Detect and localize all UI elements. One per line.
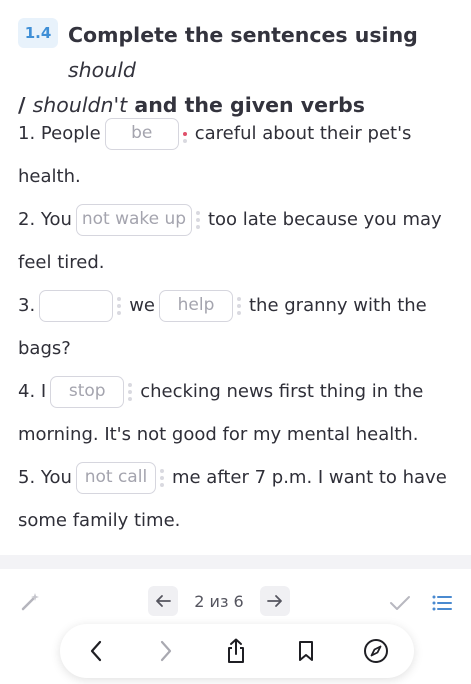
sentence-3: 3. we help the granny with the [18, 284, 458, 327]
list-icon[interactable] [428, 589, 456, 617]
answer-input-1[interactable]: be [104, 117, 179, 150]
forward-icon[interactable] [152, 637, 180, 665]
drag-handle-icon[interactable] [195, 210, 200, 229]
answer-gap-1[interactable]: be [101, 117, 195, 150]
drag-handle-icon[interactable] [117, 296, 122, 315]
arrow-left-icon [156, 595, 171, 607]
exercise-title: Complete the sentences using should / sh… [18, 23, 418, 117]
sentence-2: 2. You not wake up too late because you … [18, 198, 458, 241]
drag-handle-icon[interactable] [159, 468, 164, 487]
answer-input-5[interactable]: not call [75, 461, 156, 494]
page-indicator: 2 из 6 [194, 591, 244, 611]
exercise-toolbar: 2 из 6 [0, 572, 471, 632]
sentence-1: 1. People be careful about their pet's [18, 112, 458, 155]
compass-icon[interactable] [362, 637, 390, 665]
next-page-button[interactable] [260, 586, 290, 616]
check-icon[interactable] [386, 589, 414, 617]
drag-handle-icon[interactable] [128, 382, 133, 401]
sentence-4: 4. I stop checking news first thing in t… [18, 370, 458, 413]
section-divider [0, 555, 471, 569]
browser-toolbar [60, 624, 414, 678]
sentence-5: 5. You not call me after 7 p.m. I want t… [18, 456, 458, 499]
answer-gap-2[interactable]: not wake up [72, 203, 208, 236]
back-icon[interactable] [82, 637, 110, 665]
bookmark-icon[interactable] [292, 637, 320, 665]
answer-gap-3b[interactable]: help [155, 289, 249, 322]
drag-handle-icon[interactable] [236, 296, 241, 315]
answer-input-4[interactable]: stop [50, 375, 125, 408]
share-icon[interactable] [222, 637, 250, 665]
answer-gap-4[interactable]: stop [46, 375, 140, 408]
answer-input-2[interactable]: not wake up [75, 203, 192, 236]
answer-gap-3a[interactable] [35, 289, 129, 322]
answer-input-3a[interactable] [39, 289, 114, 322]
page-navigation: 2 из 6 [148, 586, 290, 616]
exercise-body: 1. People be careful about their pet's h… [18, 112, 458, 542]
exercise-number-badge: 1.4 [18, 18, 58, 48]
prev-page-button[interactable] [148, 586, 178, 616]
arrow-right-icon [267, 595, 282, 607]
answer-gap-5[interactable]: not call [72, 461, 172, 494]
magic-wand-icon[interactable] [16, 588, 44, 616]
answer-input-3b[interactable]: help [158, 289, 233, 322]
drag-handle-icon[interactable] [182, 125, 187, 143]
